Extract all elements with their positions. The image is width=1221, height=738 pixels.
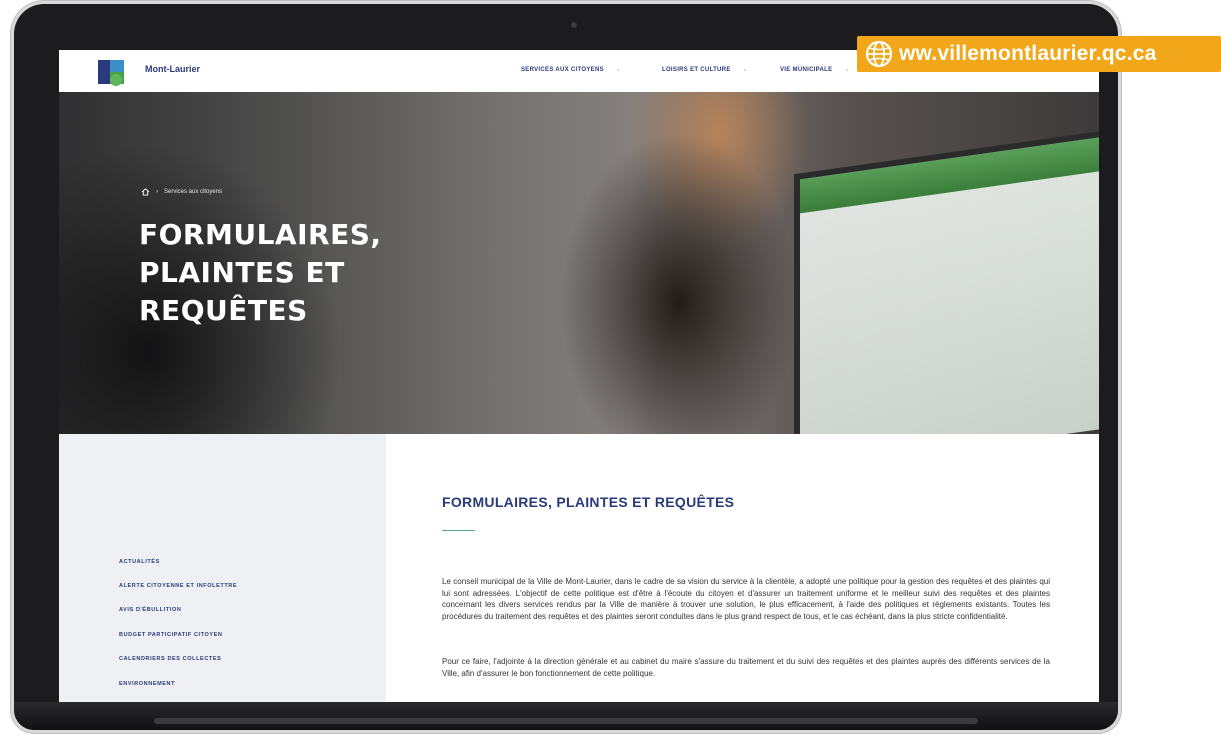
laptop-frame: Mont-Laurier SERVICES AUX CITOYENS ⌄ LOI… — [14, 4, 1118, 730]
nav-label[interactable]: SERVICES AUX CITOYENS — [521, 67, 604, 73]
content-card: FORMULAIRES, PLAINTES ET REQUÊTES Le con… — [386, 434, 1099, 702]
nav-item-vie-municipale[interactable]: VIE MUNICIPALE ⌄ — [780, 66, 850, 74]
chevron-down-icon: ⌄ — [742, 67, 748, 73]
chevron-down-icon: ⌄ — [844, 67, 850, 73]
page-title-line: FORMULAIRES, — [139, 218, 382, 251]
chevron-down-icon: ⌄ — [615, 67, 621, 73]
nav-label[interactable]: LOISIRS ET CULTURE — [662, 67, 731, 73]
sidebar-item-alerte[interactable]: ALERTE CITOYENNE ET INFOLETTRE — [119, 583, 237, 589]
webcam — [571, 22, 577, 28]
sidebar-item-calendriers[interactable]: CALENDRIERS DES COLLECTES — [119, 656, 221, 662]
breadcrumb: › Services aux citoyens — [141, 188, 222, 196]
home-icon[interactable] — [141, 188, 150, 196]
url-text: ww.villemontlaurier.qc.ca — [899, 42, 1157, 65]
sidebar: ACTUALITÉS ALERTE CITOYENNE ET INFOLETTR… — [59, 434, 386, 702]
page-title-line: REQUÊTES — [139, 294, 308, 327]
content-paragraph: Le conseil municipal de la Ville de Mont… — [442, 577, 1050, 621]
nav-item-loisirs[interactable]: LOISIRS ET CULTURE ⌄ — [662, 66, 748, 74]
brand-name[interactable]: Mont-Laurier — [145, 64, 200, 74]
page-title-line: PLAINTES ET — [139, 256, 345, 289]
content-title: FORMULAIRES, PLAINTES ET REQUÊTES — [442, 494, 735, 510]
laptop-hinge — [154, 718, 978, 724]
sidebar-item-budget[interactable]: BUDGET PARTICIPATIF CITOYEN — [119, 632, 223, 638]
sidebar-item-avis[interactable]: AVIS D'ÉBULLITION — [119, 607, 181, 613]
page-title: FORMULAIRES, PLAINTES ET REQUÊTES — [139, 216, 439, 330]
content-paragraph: Pour ce faire, l'adjointe à la direction… — [442, 657, 1050, 678]
breadcrumb-item-services[interactable]: Services aux citoyens — [164, 189, 222, 195]
sidebar-item-actualites[interactable]: ACTUALITÉS — [119, 559, 160, 565]
browser-screen: Mont-Laurier SERVICES AUX CITOYENS ⌄ LOI… — [59, 50, 1099, 702]
globe-icon — [865, 40, 893, 68]
title-divider — [442, 530, 475, 531]
sidebar-item-environnement[interactable]: ENVIRONNEMENT — [119, 681, 175, 687]
nav-label[interactable]: VIE MUNICIPALE — [780, 67, 832, 73]
nav-item-services[interactable]: SERVICES AUX CITOYENS ⌄ — [521, 66, 621, 74]
laptop-base — [14, 702, 1118, 730]
city-logo[interactable] — [96, 56, 128, 88]
hero-banner: › Services aux citoyens FORMULAIRES, PLA… — [59, 92, 1099, 473]
breadcrumb-separator: › — [156, 189, 158, 195]
url-badge: ww.villemontlaurier.qc.ca — [857, 36, 1221, 72]
